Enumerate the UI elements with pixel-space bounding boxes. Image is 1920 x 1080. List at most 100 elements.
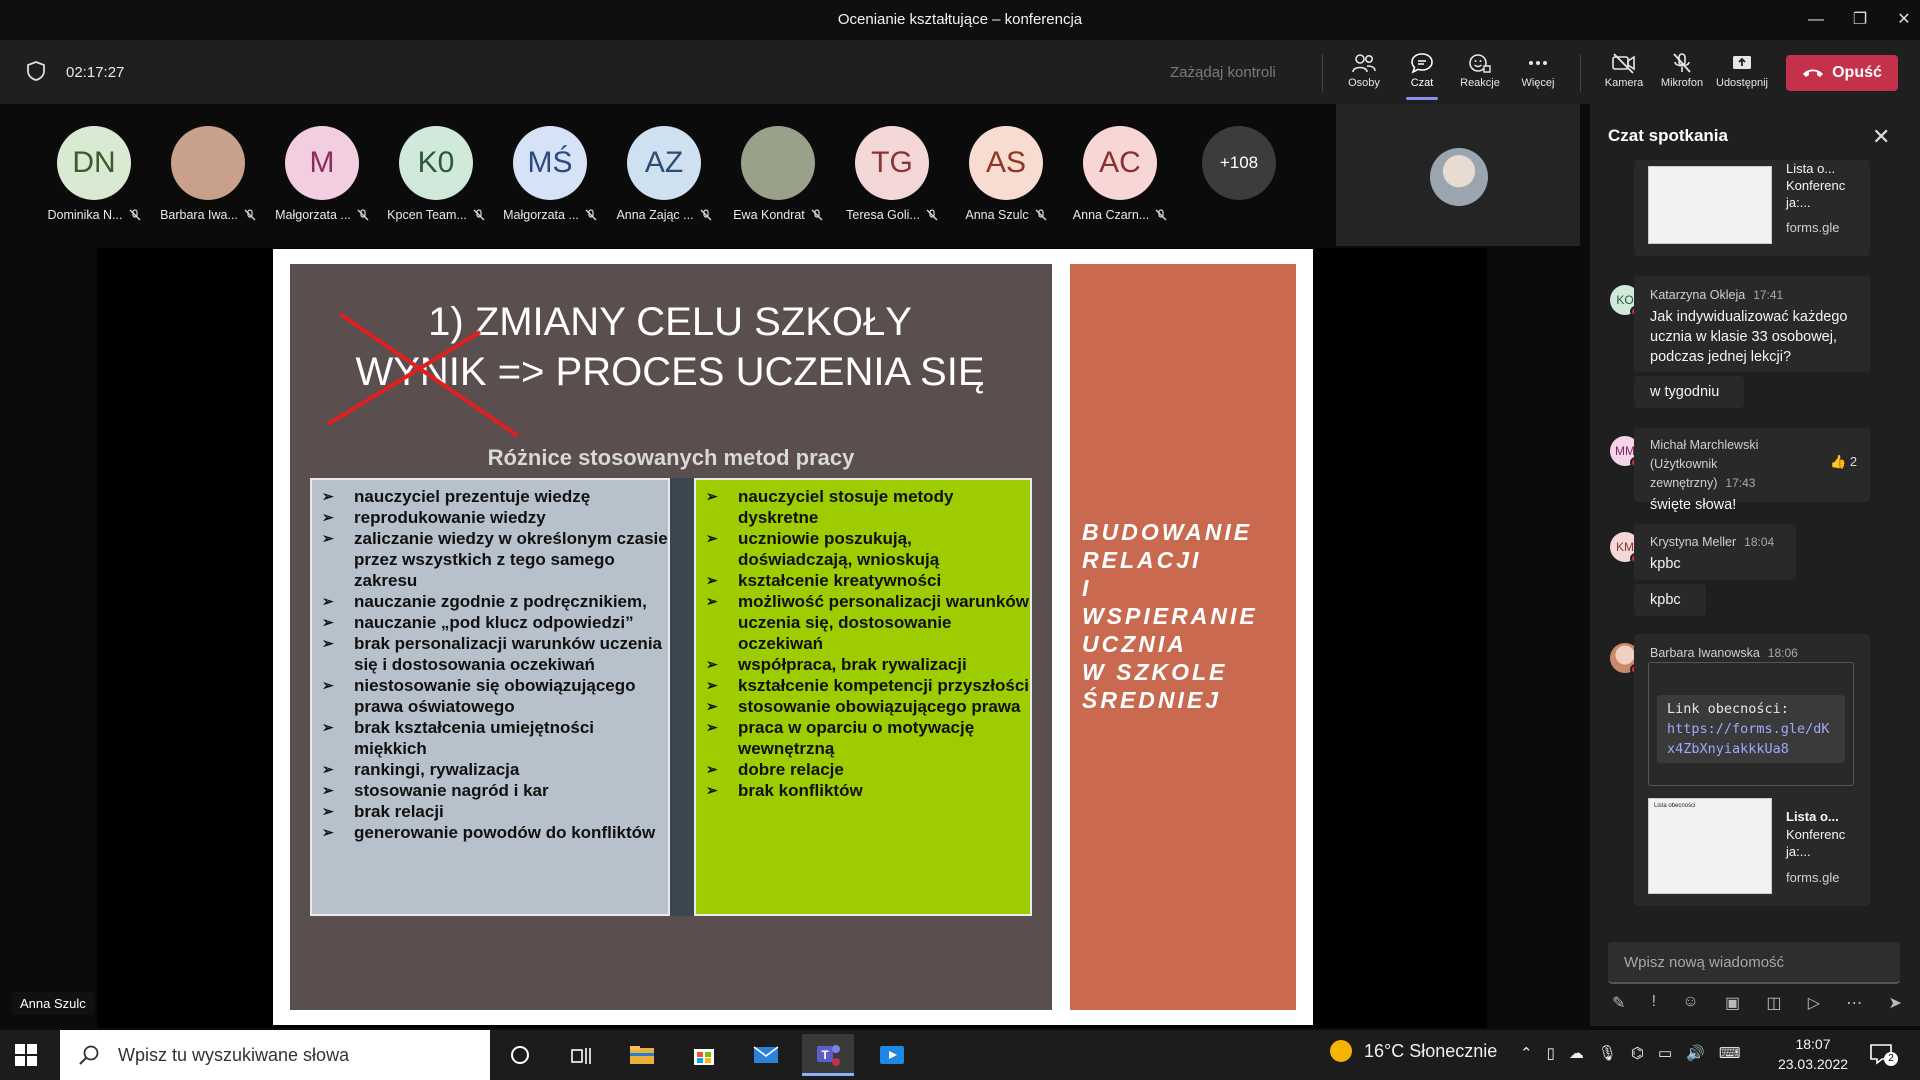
task-view-icon[interactable] <box>556 1034 608 1076</box>
cortana-icon[interactable] <box>494 1034 546 1076</box>
compose-toolbar: ✎ ! ☺ ▣ ◫ ▷ ⋯ ➤ <box>1612 993 1902 1015</box>
restore-button[interactable]: ❐ <box>1848 8 1872 32</box>
participant-name-text: Barbara Iwa... <box>160 208 238 222</box>
mic-tray-icon[interactable]: 🎙 <box>1598 1044 1617 1062</box>
participant-tile[interactable]: Barbara Iwa... <box>146 126 256 236</box>
avatar: AS <box>969 126 1043 200</box>
chat-message[interactable]: Michał Marchlewski (Użytkownik zewnętrzn… <box>1634 428 1870 513</box>
participant-name-text: Teresa Goli... <box>846 208 920 222</box>
camera-button[interactable]: Kamera <box>1596 50 1652 98</box>
chat-message-followup[interactable]: w tygodniu <box>1634 376 1744 408</box>
message-time: 18:06 <box>1767 646 1798 660</box>
side-text-line: WSPIERANIE <box>1082 603 1258 629</box>
participant-tile[interactable]: DN Dominika N... <box>32 126 142 236</box>
participant-tile[interactable]: TG Teresa Goli... <box>830 126 940 236</box>
priority-icon[interactable]: ! <box>1652 993 1656 1015</box>
reaction-badge[interactable]: 👍 2 <box>1830 454 1857 470</box>
avatar: TG <box>855 126 929 200</box>
more-button[interactable]: Więcej <box>1510 50 1566 98</box>
link-card-top[interactable]: Lista o... Konferenc ja:... forms.gle <box>1634 160 1870 256</box>
media-player-icon[interactable] <box>866 1034 918 1076</box>
left-column: nauczyciel prezentuje wiedzęreprodukowan… <box>310 478 670 916</box>
leave-button[interactable]: Opuść <box>1786 55 1898 91</box>
bullet-item: generowanie powodów do konfliktów <box>312 822 668 843</box>
cloud-icon[interactable]: ☁ <box>1569 1044 1584 1062</box>
participant-name: Dominika N... <box>32 208 156 222</box>
card-sub2: ja:... <box>1786 195 1811 210</box>
card-title: Lista o... <box>1786 161 1836 176</box>
message-time: 18:04 <box>1744 535 1775 549</box>
notification-count: 2 <box>1884 1052 1898 1066</box>
minimize-button[interactable]: — <box>1804 8 1828 32</box>
chevron-up-icon[interactable]: ⌃ <box>1520 1044 1533 1062</box>
schedule-icon[interactable]: ▷ <box>1808 993 1820 1015</box>
taskbar-search[interactable]: Wpisz tu wyszukiwane słowa <box>60 1030 490 1080</box>
people-button[interactable]: Osoby <box>1336 50 1392 98</box>
close-window-button[interactable]: ✕ <box>1892 8 1916 32</box>
request-control-button[interactable]: Zażądaj kontroli <box>1170 64 1276 81</box>
avatar: DN <box>57 126 131 200</box>
muted-mic-icon <box>585 209 597 221</box>
teams-icon[interactable]: T <box>802 1034 854 1076</box>
search-placeholder: Wpisz tu wyszukiwane słowa <box>118 1044 350 1065</box>
form-thumbnail: Lista obecności <box>1648 798 1772 894</box>
attendance-link[interactable]: https://forms.gle/dKx4ZbXnyiakkkUa8 <box>1667 719 1835 759</box>
close-chat-icon[interactable]: ✕ <box>1872 124 1890 150</box>
more-participants-button[interactable]: +108 <box>1202 126 1276 200</box>
side-text-line: BUDOWANIE <box>1082 519 1253 545</box>
participant-tile[interactable]: AS Anna Szulc <box>944 126 1054 236</box>
message-text: święte słowa! <box>1650 497 1737 513</box>
format-icon[interactable]: ✎ <box>1612 993 1625 1015</box>
participant-name-text: Małgorzata ... <box>503 208 579 222</box>
participant-tile[interactable]: Ewa Kondrat <box>716 126 826 236</box>
right-bullet-list: nauczyciel stosuje metody dyskretneuczni… <box>696 480 1030 801</box>
participant-tile[interactable]: M Małgorzata ... <box>260 126 370 236</box>
share-label: Udostępnij <box>1716 77 1768 89</box>
more-options-icon[interactable]: ⋯ <box>1846 993 1862 1015</box>
toolbar-divider <box>1322 54 1323 92</box>
microphone-button[interactable]: Mikrofon <box>1654 50 1710 98</box>
notifications-button[interactable]: 2 <box>1868 1042 1898 1068</box>
keyboard-icon[interactable]: ⌨ <box>1719 1044 1741 1062</box>
chat-button[interactable]: Czat <box>1394 50 1450 100</box>
avatar: MŚ <box>513 126 587 200</box>
volume-icon[interactable]: 🔊 <box>1686 1044 1705 1062</box>
taskbar-clock[interactable]: 18:07 23.03.2022 <box>1770 1034 1856 1074</box>
reactions-button[interactable]: Reakcje <box>1452 50 1508 98</box>
emoji-icon[interactable]: ☺ <box>1682 993 1698 1015</box>
network-icon[interactable]: ⌬ <box>1631 1044 1644 1062</box>
participant-tile[interactable]: AZ Anna Zając ... <box>602 126 712 236</box>
share-button[interactable]: Udostępnij <box>1714 50 1770 98</box>
weather-widget[interactable]: 16°C Słonecznie <box>1330 1040 1497 1062</box>
card-domain: forms.gle <box>1786 220 1840 235</box>
participant-tile[interactable]: AC Anna Czarn... <box>1058 126 1168 236</box>
participant-tile[interactable]: K0 Kpcen Team... <box>374 126 485 236</box>
windows-start-icon[interactable] <box>14 1043 38 1072</box>
store-icon[interactable] <box>678 1034 730 1076</box>
camera-label: Kamera <box>1604 77 1644 89</box>
link-card[interactable]: Lista obecności Lista o... Konferenc ja:… <box>1648 792 1854 896</box>
participant-name-text: Anna Zając ... <box>616 208 694 222</box>
battery-icon[interactable]: ▭ <box>1658 1044 1672 1062</box>
chat-message-followup[interactable]: kpbc <box>1634 584 1706 616</box>
share-icon <box>1733 56 1751 69</box>
sticker-icon[interactable]: ◫ <box>1766 993 1781 1015</box>
chat-message[interactable]: Katarzyna Okleja 17:41 Jak indywidualizow… <box>1634 276 1870 372</box>
send-icon[interactable]: ➤ <box>1889 993 1902 1015</box>
participant-tile[interactable]: MŚ Małgorzata ... <box>488 126 598 236</box>
bullet-item: współpraca, brak rywalizacji <box>696 654 1030 675</box>
message-compose-input[interactable]: Wpisz nową wiadomość <box>1608 942 1900 984</box>
people-label: Osoby <box>1348 77 1380 89</box>
gif-icon[interactable]: ▣ <box>1725 993 1740 1015</box>
mail-icon[interactable] <box>740 1034 792 1076</box>
participant-name: Teresa Goli... <box>830 208 954 222</box>
chat-message[interactable]: Krystyna Meller 18:04 kpbc <box>1634 524 1796 580</box>
participant-name: Barbara Iwa... <box>146 208 270 222</box>
file-explorer-icon[interactable] <box>616 1034 668 1076</box>
message-time: 17:43 <box>1725 476 1756 490</box>
chat-message[interactable]: Barbara Iwanowska 18:06 Link obecności: h… <box>1634 634 1870 906</box>
bullet-item: nauczyciel stosuje metody dyskretne <box>696 486 1030 528</box>
muted-mic-icon <box>357 209 369 221</box>
bullet-item: brak kształcenia umiejętności miękkich <box>312 717 668 759</box>
device-icon[interactable]: ▯ <box>1547 1044 1555 1062</box>
